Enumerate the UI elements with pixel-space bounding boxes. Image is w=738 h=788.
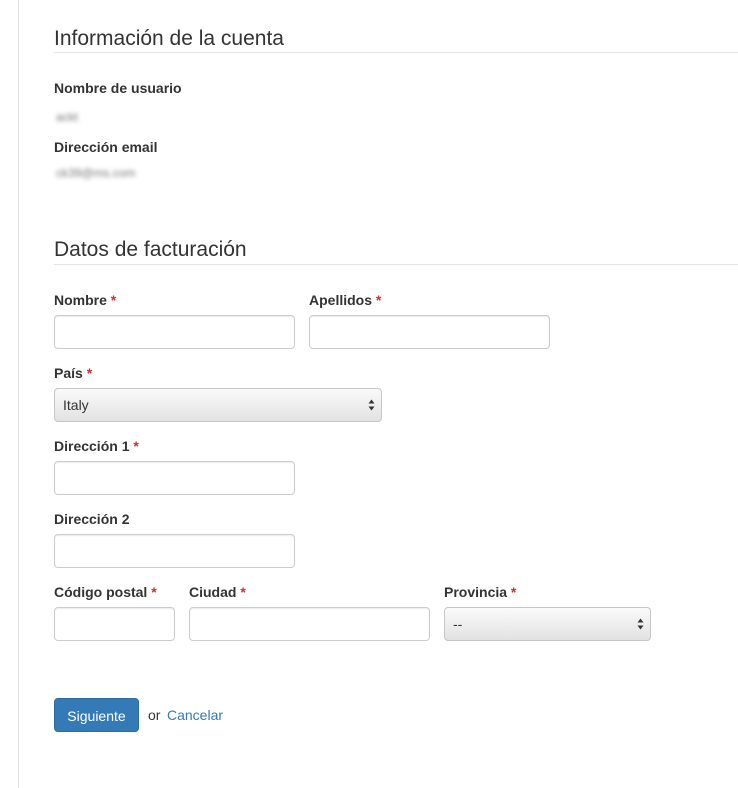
or-text: or [148, 707, 161, 723]
address2-label: Dirección 2 [54, 511, 130, 527]
required-marker: * [240, 584, 246, 600]
next-button[interactable]: Siguiente [54, 698, 139, 732]
email-value: ck39@ms.com [56, 166, 136, 180]
country-selected-value: Italy [63, 397, 89, 413]
username-label: Nombre de usuario [54, 80, 182, 96]
last-name-label: Apellidos * [309, 292, 382, 308]
province-label: Provincia * [444, 584, 517, 600]
page-left-border [18, 0, 19, 788]
account-section-title: Información de la cuenta [54, 27, 284, 50]
billing-section-divider [54, 264, 738, 265]
first-name-label: Nombre * [54, 292, 117, 308]
city-label: Ciudad * [189, 584, 246, 600]
account-section-divider [54, 52, 738, 53]
country-select[interactable]: Italy [54, 388, 382, 422]
required-marker: * [86, 365, 93, 381]
required-marker: * [151, 584, 157, 600]
select-arrows-icon [368, 399, 375, 411]
required-marker: * [133, 438, 139, 454]
select-arrows-icon [637, 618, 644, 630]
billing-section-title: Datos de facturación [54, 238, 247, 261]
username-value: ackt [56, 110, 79, 124]
last-name-input[interactable] [309, 315, 550, 349]
required-marker: * [110, 292, 117, 308]
postal-code-input[interactable] [54, 607, 175, 641]
address1-input[interactable] [54, 461, 295, 495]
city-input[interactable] [189, 607, 430, 641]
first-name-input[interactable] [54, 315, 295, 349]
country-label: País * [54, 365, 93, 381]
postal-code-label: Código postal * [54, 584, 157, 600]
required-marker: * [510, 584, 517, 600]
required-marker: * [375, 292, 382, 308]
province-selected-value: -- [453, 616, 463, 632]
province-select[interactable]: -- [444, 607, 651, 641]
address1-label: Dirección 1 * [54, 438, 139, 454]
address2-input[interactable] [54, 534, 295, 568]
email-label: Dirección email [54, 139, 158, 155]
cancel-link[interactable]: Cancelar [167, 707, 223, 723]
